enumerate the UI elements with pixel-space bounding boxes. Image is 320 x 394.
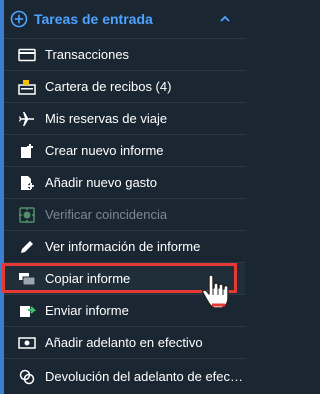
menu-item-label: Copiar informe [45,271,131,286]
send-report-icon [18,302,36,320]
menu-item-label: Ver información de informe [45,239,201,254]
menu-item-crear-nuevo-informe[interactable]: Crear nuevo informe [4,134,245,166]
menu-item-ver-informacion-de-informe[interactable]: Ver información de informe [4,230,245,262]
cash-return-icon [18,368,36,386]
menu-item-mis-reservas-de-viaje[interactable]: Mis reservas de viaje [4,102,245,134]
add-expense-icon [18,174,36,192]
menu-item-anadir-adelanto-en-efectivo[interactable]: Añadir adelanto en efectivo [4,326,245,358]
menu-item-label: Cartera de recibos (4) [45,79,172,94]
plus-circle-icon [10,10,28,28]
input-tasks-panel: Tareas de entrada Transacciones Cartera … [0,0,245,394]
menu-item-devolucion-adelanto-efectivo[interactable]: Devolución del adelanto de efectivo [4,358,245,394]
menu-item-label: Crear nuevo informe [45,143,164,158]
section-title: Tareas de entrada [34,11,153,27]
cash-icon [18,334,36,352]
pencil-icon [18,238,36,256]
menu-item-label: Devolución del adelanto de efectivo [45,369,245,384]
menu-item-label: Transacciones [45,47,130,62]
menu-item-verificar-coincidencia: Verificar coincidencia [4,198,245,230]
menu-item-label: Mis reservas de viaje [45,111,168,126]
chevron-up-icon[interactable] [219,13,231,25]
menu-item-anadir-nuevo-gasto[interactable]: Añadir nuevo gasto [4,166,245,198]
menu-item-enviar-informe[interactable]: Enviar informe [4,294,245,326]
menu-item-copiar-informe[interactable]: Copiar informe [4,262,245,294]
section-header[interactable]: Tareas de entrada [4,0,245,38]
receipt-wallet-icon [18,78,36,96]
menu-item-label: Enviar informe [45,303,129,318]
credit-card-icon [18,46,36,64]
menu-item-label: Añadir nuevo gasto [45,175,158,190]
airplane-icon [18,110,36,128]
copy-icon [18,270,36,288]
menu-item-label: Verificar coincidencia [45,207,168,222]
menu-item-label: Añadir adelanto en efectivo [45,335,203,350]
verify-match-icon [18,206,36,224]
new-report-icon [18,142,36,160]
menu-item-cartera-de-recibos[interactable]: Cartera de recibos (4) [4,70,245,102]
menu-item-transacciones[interactable]: Transacciones [4,38,245,70]
